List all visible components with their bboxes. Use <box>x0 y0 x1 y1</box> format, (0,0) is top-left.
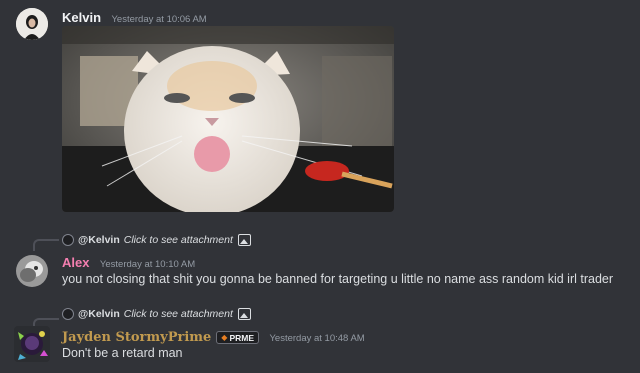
image-icon <box>237 234 251 246</box>
timestamp: Yesterday at 10:48 AM <box>269 333 365 344</box>
reply-text[interactable]: Click to see attachment <box>124 308 233 320</box>
flame-icon: ◆ <box>221 333 228 342</box>
reply-avatar <box>62 234 74 246</box>
message-text: Don't be a retard man <box>62 346 183 360</box>
username[interactable]: Kelvin <box>62 10 101 25</box>
username[interactable]: Jayden StormyPrime <box>62 330 211 345</box>
username[interactable]: Alex <box>62 255 89 270</box>
attachment-image[interactable] <box>62 26 394 212</box>
clan-badge[interactable]: ◆ PRME <box>216 331 259 344</box>
chat-messages: Kelvin Yesterday at 10:06 AM @Kelvin Cli… <box>0 0 640 373</box>
avatar-kelvin[interactable] <box>16 8 48 40</box>
image-icon <box>237 308 251 320</box>
badge-label: PRME <box>229 332 254 343</box>
reply-avatar <box>62 308 74 320</box>
reply-connector <box>33 239 59 251</box>
reply-preview[interactable]: @Kelvin Click to see attachment <box>62 307 251 321</box>
timestamp: Yesterday at 10:06 AM <box>111 14 207 25</box>
timestamp: Yesterday at 10:10 AM <box>99 259 196 270</box>
avatar-jayden[interactable] <box>14 326 50 362</box>
message-text: you not closing that shit you gonna be b… <box>62 272 614 286</box>
reply-username[interactable]: @Kelvin <box>78 308 120 320</box>
reply-preview[interactable]: @Kelvin Click to see attachment <box>62 233 251 247</box>
avatar-alex[interactable] <box>16 255 48 287</box>
reply-username[interactable]: @Kelvin <box>78 234 120 246</box>
reply-text[interactable]: Click to see attachment <box>124 234 233 246</box>
